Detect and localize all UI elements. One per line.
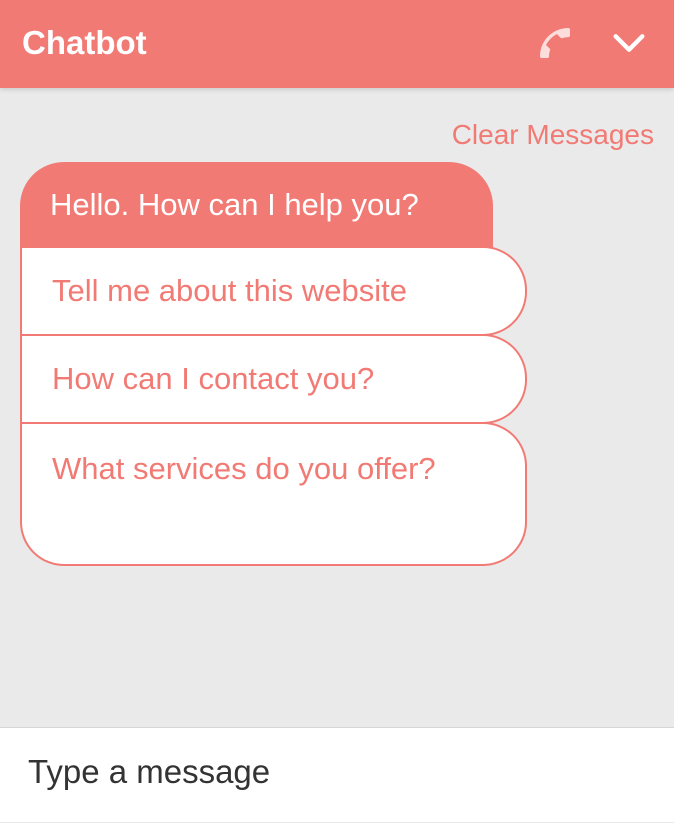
chat-header: Chatbot <box>0 0 674 88</box>
call-button[interactable] <box>530 18 580 68</box>
chevron-down-icon <box>613 34 645 52</box>
message-composer <box>0 727 674 823</box>
quick-reply-website[interactable]: Tell me about this website <box>20 246 527 336</box>
message-input[interactable] <box>0 728 674 823</box>
quick-reply-contact[interactable]: How can I contact you? <box>20 334 527 424</box>
phone-icon <box>540 28 570 58</box>
chat-title: Chatbot <box>22 24 147 61</box>
collapse-button[interactable] <box>604 18 654 68</box>
clear-messages-link[interactable]: Clear Messages <box>452 116 654 154</box>
quick-reply-services[interactable]: What services do you offer? <box>20 422 527 566</box>
bot-message-bubble: Hello. How can I help you? <box>20 162 493 248</box>
